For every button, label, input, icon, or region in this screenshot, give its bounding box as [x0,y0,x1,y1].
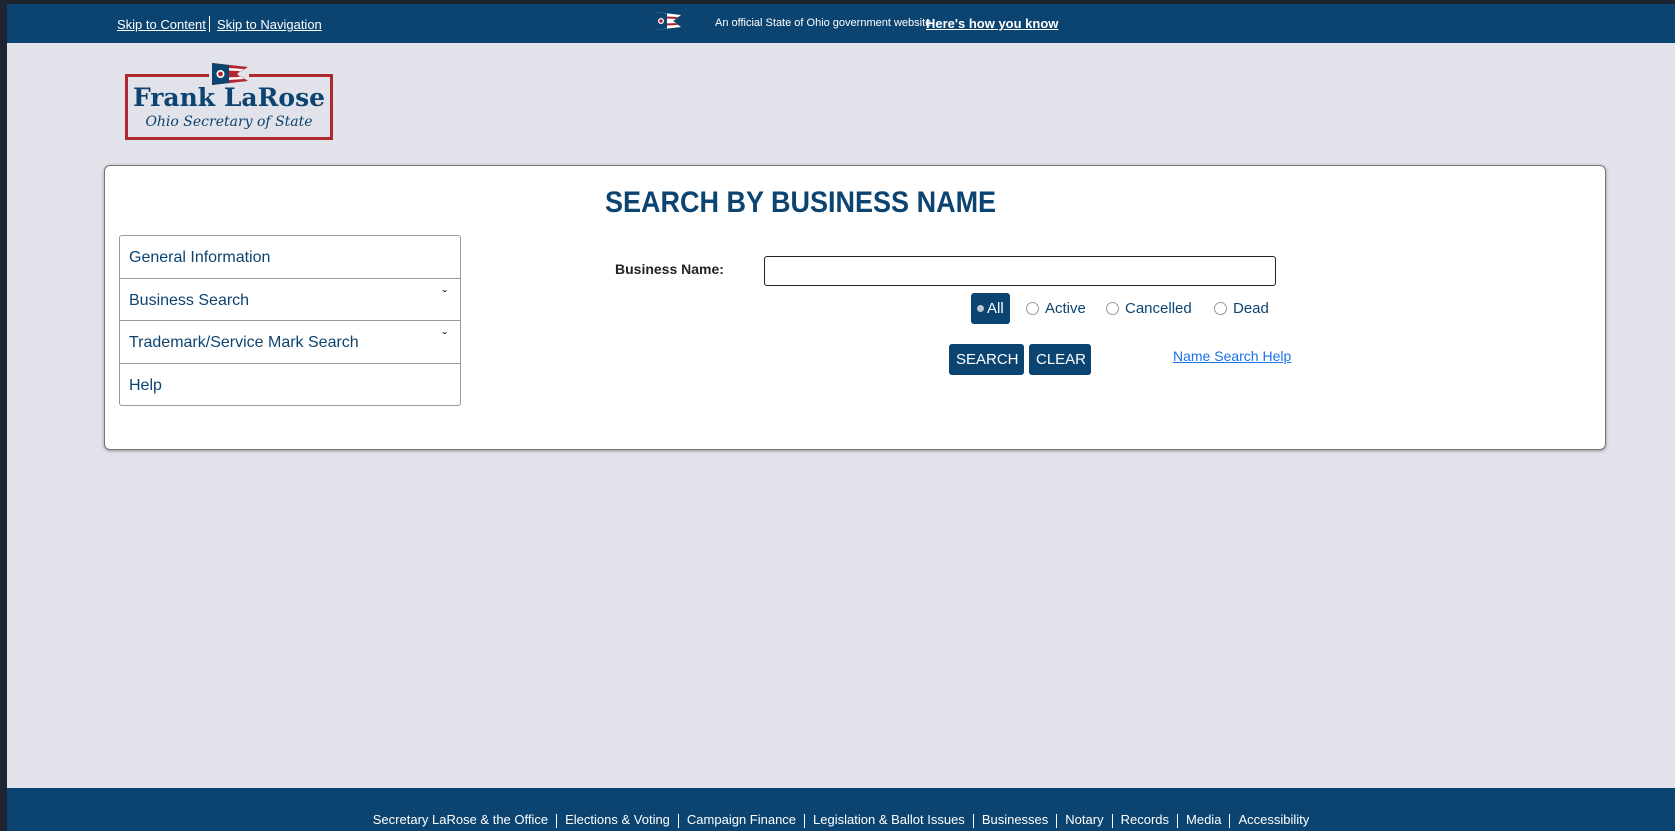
official-site-text: An official State of Ohio government web… [715,17,935,29]
radio-dot-icon [1214,302,1227,315]
skip-to-content-link[interactable]: Skip to Content [117,17,206,32]
skip-divider [209,16,210,32]
logo-name: Frank LaRose [132,83,326,112]
footer-link-campaign-finance[interactable]: Campaign Finance [679,812,804,827]
menu-item-help[interactable]: Help [120,364,460,407]
menu-item-label: Help [129,377,162,395]
footer-link-office[interactable]: Secretary LaRose & the Office [365,812,556,827]
radio-label: All [987,300,1004,317]
menu-item-label: Business Search [129,291,250,309]
logo-subtitle: Ohio Secretary of State [145,114,313,130]
chevron-down-icon[interactable]: ˇ [442,287,447,303]
footer-link-elections[interactable]: Elections & Voting [557,812,678,827]
menu-item-trademark-search[interactable]: Trademark/Service Mark Search ˇ [120,321,460,365]
name-search-help-link[interactable]: Name Search Help [1173,348,1291,364]
footer-nav: Secretary LaRose & the Office Elections &… [7,812,1675,828]
filter-radio-all[interactable]: All [971,293,1010,324]
skip-to-navigation-link[interactable]: Skip to Navigation [217,17,322,32]
menu-item-label: Trademark/Service Mark Search [129,334,359,352]
radio-dot-icon [1026,302,1039,315]
logo-frame [125,74,209,77]
footer-link-businesses[interactable]: Businesses [974,812,1056,827]
side-menu: General Information Business Search ˇ Tr… [119,235,461,406]
clear-button[interactable]: CLEAR [1029,344,1091,375]
official-banner: Skip to Content Skip to Navigation An of… [7,4,1675,43]
footer-link-notary[interactable]: Notary [1057,812,1111,827]
business-name-input[interactable] [764,256,1276,286]
ohio-flag-icon [655,12,681,30]
filter-radio-active[interactable]: Active [1026,293,1086,324]
sos-logo[interactable]: Frank LaRose Ohio Secretary of State [122,60,336,144]
page-title: SEARCH BY BUSINESS NAME [605,186,997,219]
menu-item-label: General Information [129,249,271,266]
page: Skip to Content Skip to Navigation An of… [7,4,1675,831]
how-you-know-link[interactable]: Here's how you know [926,16,1058,31]
radio-dot-icon [1106,302,1119,315]
menu-item-business-search[interactable]: Business Search ˇ [120,279,460,322]
footer: Secretary LaRose & the Office Elections &… [7,788,1675,831]
footer-link-legislation[interactable]: Legislation & Ballot Issues [805,812,973,827]
radio-dot-icon [977,305,984,312]
filter-radio-cancelled[interactable]: Cancelled [1106,293,1192,324]
menu-item-general-information[interactable]: General Information [120,236,460,279]
chevron-down-icon[interactable]: ˇ [442,329,447,345]
logo-frame [249,74,333,77]
radio-label: Cancelled [1125,300,1192,317]
filter-radio-dead[interactable]: Dead [1214,293,1269,324]
logo-frame [125,137,333,140]
radio-label: Active [1045,300,1086,317]
radio-label: Dead [1233,300,1269,317]
ohio-flag-icon [212,63,248,85]
search-button[interactable]: SEARCH [949,344,1024,375]
footer-link-records[interactable]: Records [1113,812,1177,827]
search-card: SEARCH BY BUSINESS NAME General Informat… [104,165,1606,450]
business-name-label: Business Name: [615,261,724,277]
footer-link-media[interactable]: Media [1178,812,1229,827]
footer-link-accessibility[interactable]: Accessibility [1230,812,1317,827]
